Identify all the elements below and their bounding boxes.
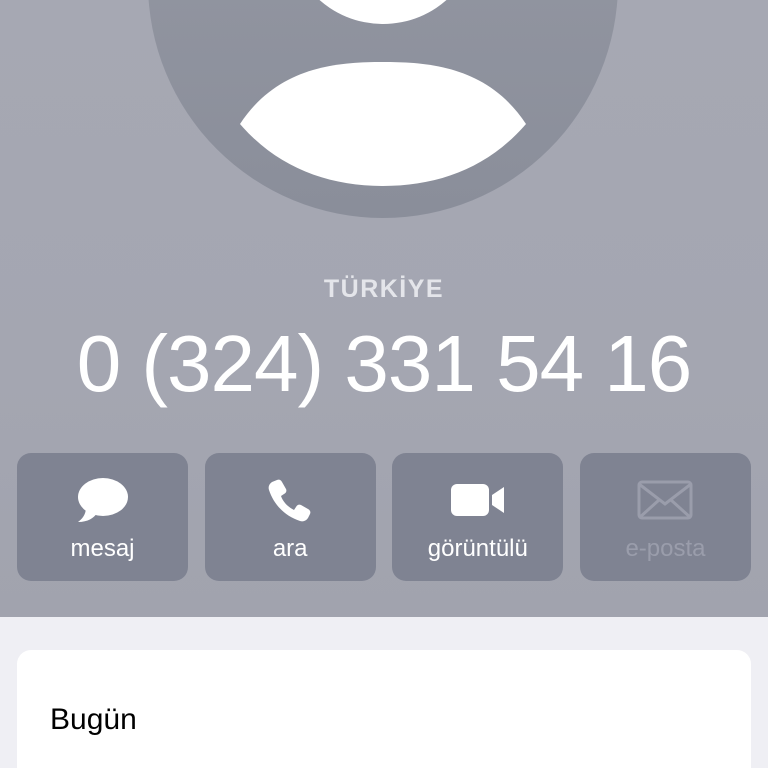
country-label: TÜRKİYE xyxy=(323,275,445,303)
message-button-label: mesaj xyxy=(70,535,135,562)
call-history-card: Bugün xyxy=(17,650,751,768)
phone-number: 0 (324) 331 54 16 xyxy=(76,319,693,408)
message-button[interactable]: mesaj xyxy=(17,453,188,581)
call-button[interactable]: ara xyxy=(204,453,376,581)
message-bubble-icon xyxy=(73,477,133,523)
call-button-label: ara xyxy=(272,535,308,562)
action-buttons: mesaj ara görüntülü e-posta xyxy=(17,453,751,581)
contact-header: TÜRKİYE 0 (324) 331 54 16 mesaj ara görü… xyxy=(0,0,768,617)
envelope-icon xyxy=(635,477,695,523)
avatar xyxy=(148,0,618,218)
call-history-date: Bugün xyxy=(50,703,137,736)
email-button-label: e-posta xyxy=(625,535,706,562)
person-silhouette-icon xyxy=(240,0,526,186)
video-call-button-label: görüntülü xyxy=(427,535,528,562)
phone-icon xyxy=(260,477,320,523)
email-button[interactable]: e-posta xyxy=(579,453,751,581)
contact-screen: TÜRKİYE 0 (324) 331 54 16 mesaj ara görü… xyxy=(0,0,768,768)
video-camera-icon xyxy=(448,477,508,523)
video-call-button[interactable]: görüntülü xyxy=(392,453,564,581)
